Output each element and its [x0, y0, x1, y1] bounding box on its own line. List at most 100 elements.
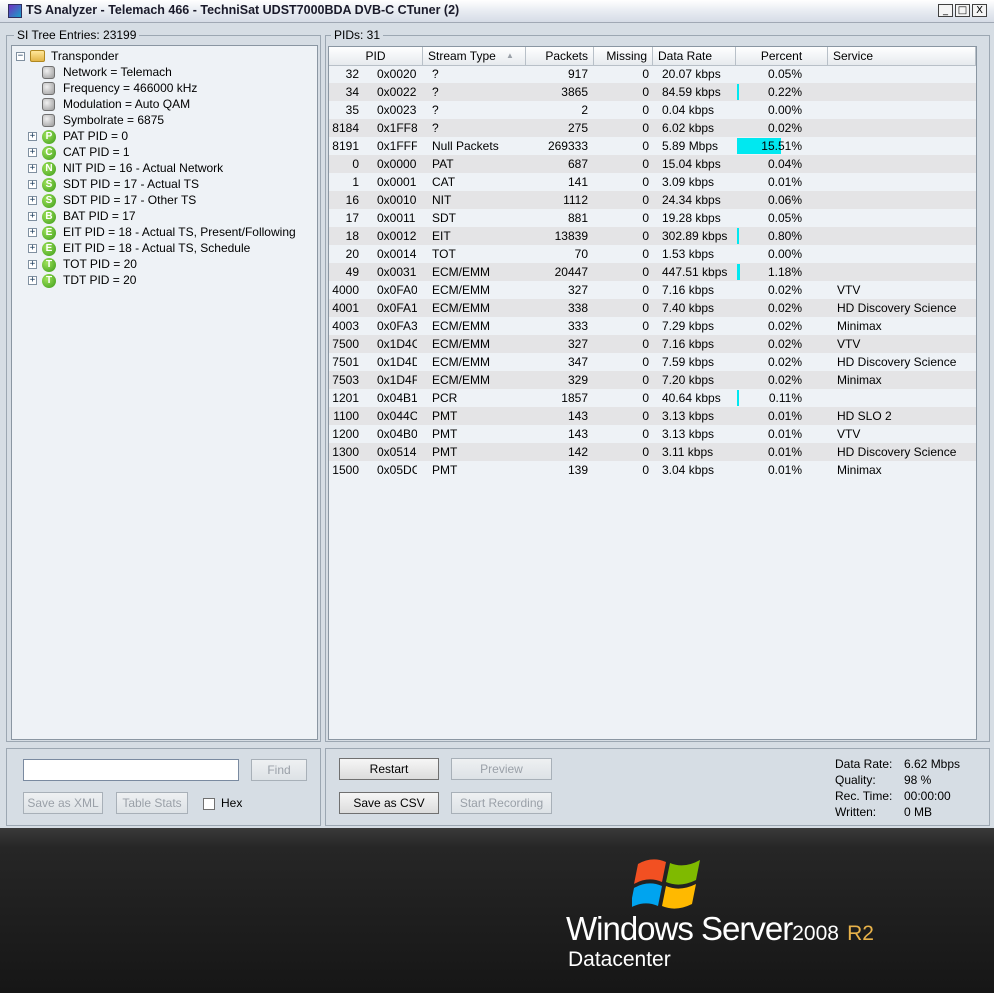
- service-cell: VTV: [837, 283, 861, 297]
- folder-icon: [30, 50, 45, 62]
- table-row[interactable]: 1201 0x04B1 PCR 1857 0 40.64 kbps 0.11%: [329, 389, 976, 407]
- pid-hex-cell: 0x0022: [377, 85, 417, 99]
- tree-node[interactable]: Symbolrate = 6875: [12, 112, 312, 128]
- column-header[interactable]: Percent: [736, 47, 828, 65]
- hex-checkbox[interactable]: [203, 798, 215, 810]
- expand-icon[interactable]: +: [28, 148, 37, 157]
- expand-icon[interactable]: +: [28, 164, 37, 173]
- table-row[interactable]: 49 0x0031 ECM/EMM 20447 0 447.51 kbps 1.18%: [329, 263, 976, 281]
- packets-cell: 917: [567, 67, 588, 81]
- expand-icon[interactable]: +: [28, 276, 37, 285]
- expand-icon[interactable]: +: [28, 196, 37, 205]
- tree-node[interactable]: + T TDT PID = 20: [12, 272, 312, 288]
- start-recording-button[interactable]: Start Recording: [451, 792, 552, 814]
- tree-node[interactable]: + E EIT PID = 18 - Actual TS, Present/Foll…: [12, 224, 312, 240]
- table-row[interactable]: 0 0x0000 PAT 687 0 15.04 kbps 0.04%: [329, 155, 976, 173]
- table-row[interactable]: 8184 0x1FF8? 275 0 6.02 kbps 0.02%: [329, 119, 976, 137]
- column-header[interactable]: PID: [329, 47, 423, 65]
- table-s-icon: S: [42, 178, 56, 192]
- minimize-button[interactable]: _: [938, 4, 953, 17]
- table-row[interactable]: 35 0x0023? 2 0 0.04 kbps 0.00%: [329, 101, 976, 119]
- column-header[interactable]: Packets: [526, 47, 594, 65]
- table-row[interactable]: 1500 0x05DC PMT 139 0 3.04 kbps 0.01% Minimax: [329, 461, 976, 479]
- pid-table[interactable]: PID Stream Type Packets Missing Data Rate Per…: [328, 46, 977, 740]
- table-row[interactable]: 4000 0x0FA0 ECM/EMM 327 0 7.16 kbps 0.02% VTV: [329, 281, 976, 299]
- tree-node[interactable]: Network = Telemach: [12, 64, 312, 80]
- percent-cell: 0.02%: [767, 283, 802, 297]
- expand-icon[interactable]: +: [28, 228, 37, 237]
- tree-node[interactable]: + E EIT PID = 18 - Actual TS, Schedule: [12, 240, 312, 256]
- tree-node[interactable]: + C CAT PID = 1: [12, 144, 312, 160]
- tree-node[interactable]: + P PAT PID = 0: [12, 128, 312, 144]
- missing-cell: 0: [642, 229, 649, 243]
- tree-node-label: EIT PID = 18 - Actual TS, Present/Follow…: [63, 225, 296, 239]
- table-row[interactable]: 18 0x0012 EIT 13839 0 302.89 kbps 0.80%: [329, 227, 976, 245]
- table-stats-button[interactable]: Table Stats: [116, 792, 188, 814]
- table-row[interactable]: 7503 0x1D4F ECM/EMM 329 0 7.20 kbps 0.02% Minim…: [329, 371, 976, 389]
- tree-node[interactable]: − Transponder: [12, 48, 312, 64]
- si-tree[interactable]: − Transponder Network = Telemach Frequency …: [11, 45, 318, 740]
- tree-node-label: Symbolrate = 6875: [63, 113, 165, 127]
- table-row[interactable]: 34 0x0022? 3865 0 84.59 kbps 0.22%: [329, 83, 976, 101]
- table-row[interactable]: 1 0x0001 CAT 141 0 3.09 kbps 0.01%: [329, 173, 976, 191]
- service-cell: Minimax: [837, 373, 882, 387]
- table-row[interactable]: 16 0x0010 NIT 1112 0 24.34 kbps 0.06%: [329, 191, 976, 209]
- table-row[interactable]: 20 0x0014 TOT 70 0 1.53 kbps 0.00%: [329, 245, 976, 263]
- tree-node[interactable]: Modulation = Auto QAM: [12, 96, 312, 112]
- packets-cell: 139: [567, 463, 588, 477]
- data-rate-cell: 20.07 kbps: [662, 67, 721, 81]
- save-as-csv-button[interactable]: Save as CSV: [339, 792, 439, 814]
- find-input[interactable]: [23, 759, 239, 781]
- table-row[interactable]: 32 0x0020? 917 0 20.07 kbps 0.05%: [329, 65, 976, 83]
- packets-cell: 327: [567, 337, 588, 351]
- pid-hex-cell: 0x1D4C: [377, 337, 417, 351]
- packets-cell: 20447: [554, 265, 588, 279]
- title-bar[interactable]: TS Analyzer - Telemach 466 - TechniSat U…: [0, 0, 994, 23]
- table-row[interactable]: 1100 0x044C PMT 143 0 3.13 kbps 0.01% HD SLO 2: [329, 407, 976, 425]
- expand-icon[interactable]: +: [28, 132, 37, 141]
- table-b-icon: B: [42, 210, 56, 224]
- pid-hex-cell: 0x0001: [377, 175, 417, 189]
- expand-icon[interactable]: +: [28, 180, 37, 189]
- table-row[interactable]: 4003 0x0FA3 ECM/EMM 333 0 7.29 kbps 0.02% Minim…: [329, 317, 976, 335]
- stream-type-cell: PCR: [432, 391, 458, 405]
- stream-type-cell: ?: [432, 85, 439, 99]
- tree-node[interactable]: Frequency = 466000 kHz: [12, 80, 312, 96]
- expand-icon[interactable]: +: [28, 212, 37, 221]
- tree-node-label: EIT PID = 18 - Actual TS, Schedule: [63, 241, 251, 255]
- service-cell: HD SLO 2: [837, 409, 892, 423]
- close-button[interactable]: X: [972, 4, 987, 17]
- tree-node[interactable]: + S SDT PID = 17 - Actual TS: [12, 176, 312, 192]
- table-row[interactable]: 7500 0x1D4C ECM/EMM 327 0 7.16 kbps 0.02% VTV: [329, 335, 976, 353]
- table-row[interactable]: 1300 0x0514 PMT 142 0 3.11 kbps 0.01% HD Discov…: [329, 443, 976, 461]
- find-button[interactable]: Find: [251, 759, 307, 781]
- tree-node[interactable]: + B BAT PID = 17: [12, 208, 312, 224]
- table-row[interactable]: 7501 0x1D4D ECM/EMM 347 0 7.59 kbps 0.02% HD Di…: [329, 353, 976, 371]
- expand-icon[interactable]: +: [28, 244, 37, 253]
- expand-icon[interactable]: +: [28, 260, 37, 269]
- restart-button[interactable]: Restart: [339, 758, 439, 780]
- column-header[interactable]: Missing: [594, 47, 653, 65]
- table-row[interactable]: 8191 0x1FFF Null Packets 269333 0 5.89 Mbps 15…: [329, 137, 976, 155]
- preview-button[interactable]: Preview: [451, 758, 552, 780]
- table-row[interactable]: 4001 0x0FA1 ECM/EMM 338 0 7.40 kbps 0.02% HD Di…: [329, 299, 976, 317]
- service-cell: HD Discovery Science: [837, 445, 957, 459]
- column-header[interactable]: Data Rate: [653, 47, 736, 65]
- packets-cell: 2: [581, 103, 588, 117]
- table-row[interactable]: 17 0x0011 SDT 881 0 19.28 kbps 0.05%: [329, 209, 976, 227]
- pid-cell: 1300: [332, 445, 359, 459]
- data-rate-cell: 15.04 kbps: [662, 157, 721, 171]
- tree-node[interactable]: + N NIT PID = 16 - Actual Network: [12, 160, 312, 176]
- maximize-button[interactable]: □: [955, 4, 970, 17]
- service-cell: VTV: [837, 427, 861, 441]
- service-cell: [837, 263, 976, 281]
- tree-node[interactable]: + T TOT PID = 20: [12, 256, 312, 272]
- collapse-icon[interactable]: −: [16, 52, 25, 61]
- pid-cell: 7501: [332, 355, 359, 369]
- save-as-xml-button[interactable]: Save as XML: [23, 792, 103, 814]
- table-row[interactable]: 1200 0x04B0 PMT 143 0 3.13 kbps 0.01% VTV: [329, 425, 976, 443]
- column-header[interactable]: Service: [828, 47, 976, 65]
- tree-node-label: Transponder: [51, 49, 119, 63]
- tree-node[interactable]: + S SDT PID = 17 - Other TS: [12, 192, 312, 208]
- written-label: Written:: [835, 805, 877, 819]
